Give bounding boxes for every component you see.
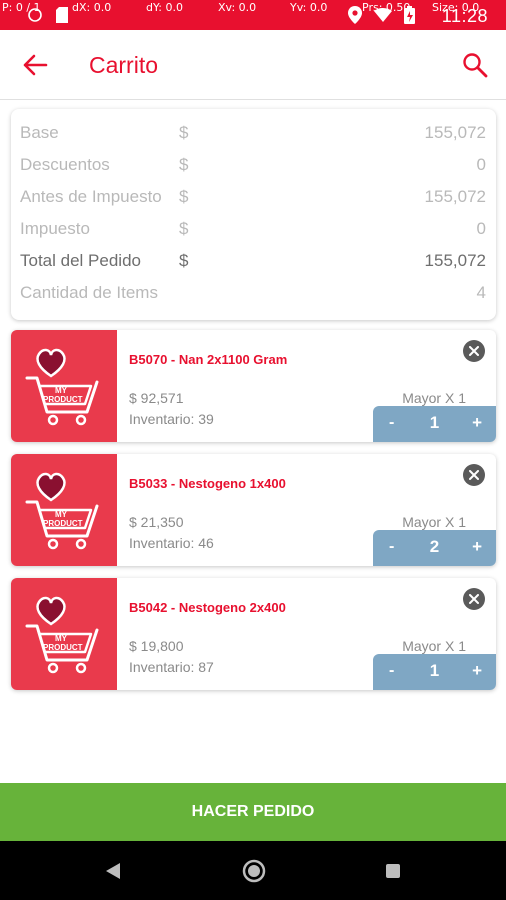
- summary-currency: $: [179, 219, 189, 238]
- nav-recent-apps-icon[interactable]: [385, 863, 401, 879]
- quantity-stepper: - 1 +: [373, 654, 496, 690]
- thumb-text-line2: PRODUCT: [43, 519, 83, 528]
- remove-item-button[interactable]: [463, 340, 485, 362]
- product-name: B5042 - Nestogeno 2x400: [129, 600, 286, 615]
- system-nav-bar: [0, 841, 506, 900]
- product-price: $ 92,571: [129, 390, 184, 406]
- thumb-text-line1: MY: [55, 510, 68, 519]
- summary-value: 0: [476, 219, 486, 238]
- product-unit: Mayor X 1: [402, 638, 466, 654]
- remove-item-button[interactable]: [463, 464, 485, 486]
- status-bar: P: 0 / 1 dX: 0.0 dY: 0.0 Xv: 0.0 Yv: 0.0…: [0, 0, 506, 30]
- summary-currency: $: [179, 123, 189, 142]
- debug-dx: dX: 0.0: [72, 1, 112, 14]
- location-icon: [348, 6, 362, 24]
- summary-value: 155,072: [424, 123, 486, 142]
- summary-value: 0: [476, 155, 486, 174]
- order-summary-card: Base $ 155,072 Descuentos $ 0 Antes de I…: [11, 109, 496, 320]
- page-title: Carrito: [89, 52, 159, 78]
- product-image: MY PRODUCT: [11, 578, 117, 690]
- summary-label: Antes de Impuesto: [20, 187, 162, 206]
- summary-value: 155,072: [424, 187, 486, 206]
- cart-item: MY PRODUCT B5042 - Nestogeno 2x400 $ 19,…: [11, 578, 496, 690]
- sd-card-icon: [56, 7, 68, 23]
- summary-row-base: Base $ 155,072: [11, 121, 496, 145]
- cart-item: MY PRODUCT B5070 - Nan 2x1100 Gram $ 92,…: [11, 330, 496, 442]
- summary-value: 155,072: [424, 251, 486, 270]
- close-icon: [469, 346, 479, 356]
- quantity-stepper: - 2 +: [373, 530, 496, 566]
- summary-value: 4: [476, 283, 486, 302]
- summary-currency: $: [179, 251, 189, 270]
- summary-label: Cantidad de Items: [20, 283, 158, 302]
- status-time: 11:28: [441, 6, 488, 26]
- close-icon: [469, 470, 479, 480]
- cart-heart-logo-icon: MY PRODUCT: [25, 348, 99, 426]
- cart-item: MY PRODUCT B5033 - Nestogeno 1x400 $ 21,…: [11, 454, 496, 566]
- arrow-left-icon[interactable]: [22, 52, 48, 78]
- quantity-stepper: - 1 +: [373, 406, 496, 442]
- remove-item-button[interactable]: [463, 588, 485, 610]
- product-stock: Inventario: 46: [129, 535, 214, 551]
- thumb-text-line2: PRODUCT: [43, 643, 83, 652]
- summary-label: Base: [20, 123, 59, 142]
- notification-circle-icon: [28, 8, 42, 22]
- product-name: B5070 - Nan 2x1100 Gram: [129, 352, 288, 367]
- debug-yv: Yv: 0.0: [290, 1, 328, 14]
- product-image: MY PRODUCT: [11, 454, 117, 566]
- cart-heart-logo-icon: MY PRODUCT: [25, 596, 99, 674]
- product-stock: Inventario: 39: [129, 411, 214, 427]
- cart-heart-logo-icon: MY PRODUCT: [25, 472, 99, 550]
- summary-row-antes-impuesto: Antes de Impuesto $ 155,072: [11, 185, 496, 209]
- place-order-button[interactable]: HACER PEDIDO: [0, 783, 506, 841]
- summary-label: Total del Pedido: [20, 251, 141, 270]
- summary-currency: $: [179, 187, 189, 206]
- thumb-text-line2: PRODUCT: [43, 395, 83, 404]
- product-name: B5033 - Nestogeno 1x400: [129, 476, 286, 491]
- close-icon: [469, 594, 479, 604]
- battery-icon: [404, 6, 415, 24]
- summary-row-item-count: Cantidad de Items 4: [11, 281, 496, 305]
- nav-home-icon[interactable]: [242, 859, 266, 883]
- summary-row-descuentos: Descuentos $ 0: [11, 153, 496, 177]
- nav-back-icon[interactable]: [104, 861, 122, 881]
- product-image: MY PRODUCT: [11, 330, 117, 442]
- increase-quantity-button[interactable]: +: [472, 413, 482, 433]
- thumb-text-line1: MY: [55, 634, 68, 643]
- product-unit: Mayor X 1: [402, 514, 466, 530]
- wifi-icon: [374, 8, 392, 22]
- increase-quantity-button[interactable]: +: [472, 537, 482, 557]
- app-bar: Carrito: [0, 30, 506, 100]
- summary-row-impuesto: Impuesto $ 0: [11, 217, 496, 241]
- product-price: $ 19,800: [129, 638, 184, 654]
- summary-label: Descuentos: [20, 155, 110, 174]
- thumb-text-line1: MY: [55, 386, 68, 395]
- product-unit: Mayor X 1: [402, 390, 466, 406]
- increase-quantity-button[interactable]: +: [472, 661, 482, 681]
- product-stock: Inventario: 87: [129, 659, 214, 675]
- debug-xv: Xv: 0.0: [218, 1, 257, 14]
- product-price: $ 21,350: [129, 514, 184, 530]
- search-icon[interactable]: [462, 52, 488, 78]
- summary-row-total: Total del Pedido $ 155,072: [11, 249, 496, 273]
- summary-currency: $: [179, 155, 189, 174]
- summary-label: Impuesto: [20, 219, 90, 238]
- debug-dy: dY: 0.0: [146, 1, 183, 14]
